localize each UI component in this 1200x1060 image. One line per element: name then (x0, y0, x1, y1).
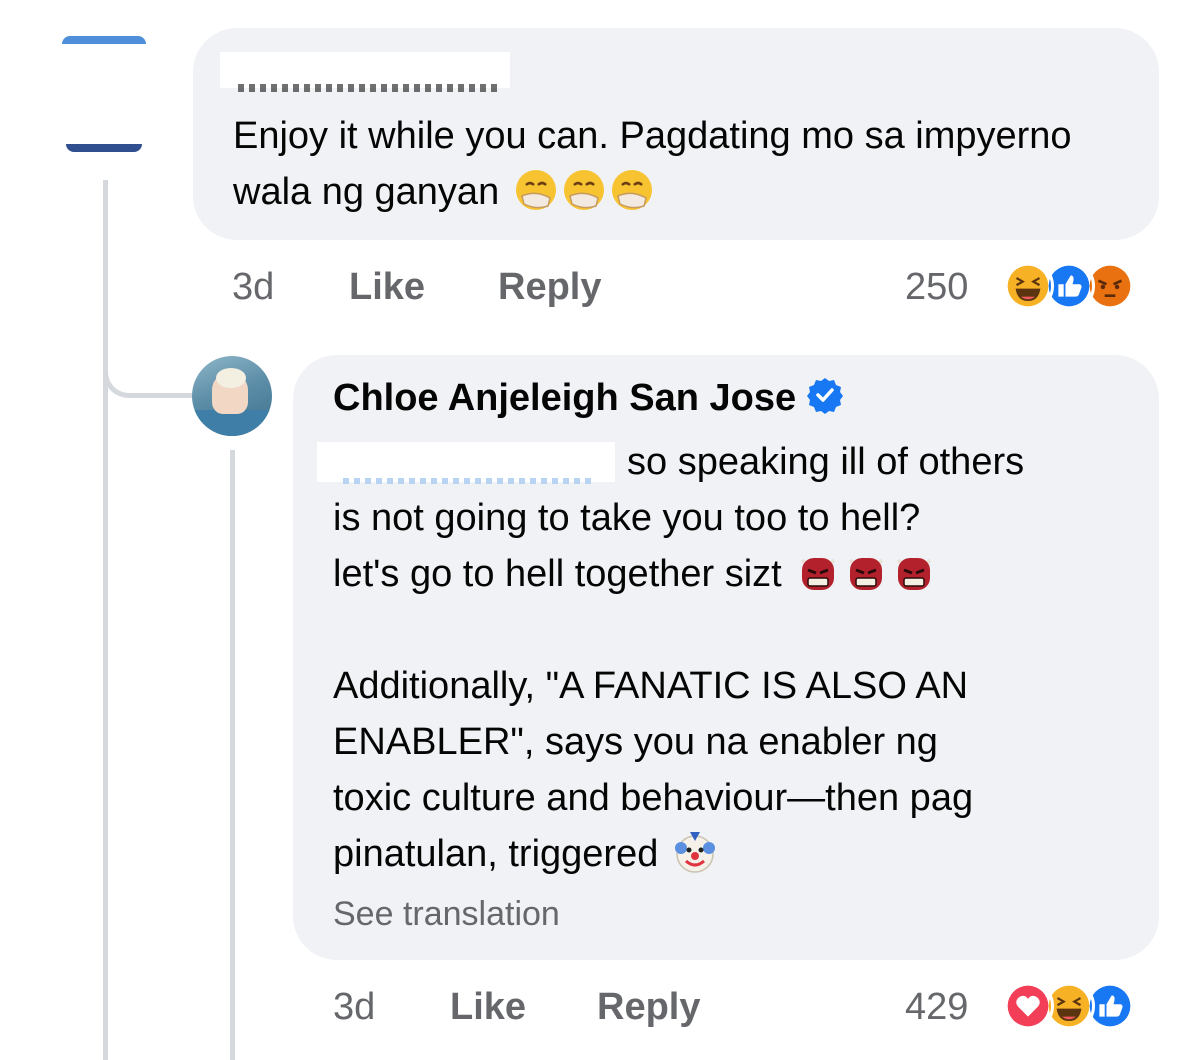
hand-over-mouth-emoji (515, 170, 556, 210)
verified-badge-icon (807, 378, 844, 414)
ogre-emoji (800, 558, 836, 590)
like-button[interactable]: Like (349, 266, 425, 309)
comment-text-line: is not going to take you too to hell? (333, 497, 921, 539)
reply-button[interactable]: Reply (498, 266, 601, 309)
hand-over-mouth-emoji (611, 170, 652, 210)
comment-text: Enjoy it while you can. Pagdating mo sa … (233, 108, 1133, 220)
clown-emoji (674, 832, 715, 873)
comment-text-line: let's go to hell together sizt (333, 546, 1133, 602)
reply-button[interactable]: Reply (597, 986, 700, 1029)
comment-text: is not going to take you too to hell? le… (333, 490, 1133, 882)
reaction-count: 429 (905, 986, 969, 1028)
timestamp[interactable]: 3d (232, 266, 274, 309)
author-name[interactable]: Chloe Anjeleigh San Jose (333, 377, 796, 419)
see-translation-link[interactable]: See translation (333, 895, 560, 934)
redacted-mention (317, 442, 615, 484)
ogre-emoji (848, 558, 884, 590)
redacted-author-name (220, 52, 510, 92)
comment-author[interactable]: Chloe Anjeleigh San Jose (333, 376, 844, 420)
like-button[interactable]: Like (450, 986, 526, 1029)
haha-reaction-icon (1002, 260, 1054, 312)
avatar[interactable] (192, 356, 272, 436)
comment-text-line: toxic culture and behaviour—then pag (333, 777, 974, 819)
avatar[interactable] (62, 36, 146, 154)
comment-text-line: pinatulan, triggered (333, 826, 1133, 882)
reaction-count: 250 (905, 266, 969, 308)
hand-over-mouth-emoji (563, 170, 604, 210)
comment-text-line: so speaking ill of others (627, 441, 1025, 483)
comment-text-line: Additionally, "A FANATIC IS ALSO AN (333, 665, 969, 707)
ogre-emoji (896, 558, 932, 590)
reply-thread-line (230, 450, 235, 1060)
love-reaction-icon (1002, 980, 1054, 1032)
timestamp[interactable]: 3d (333, 986, 375, 1029)
reply-connector (103, 300, 193, 398)
comment-text-line: ENABLER", says you na enabler ng (333, 721, 938, 763)
